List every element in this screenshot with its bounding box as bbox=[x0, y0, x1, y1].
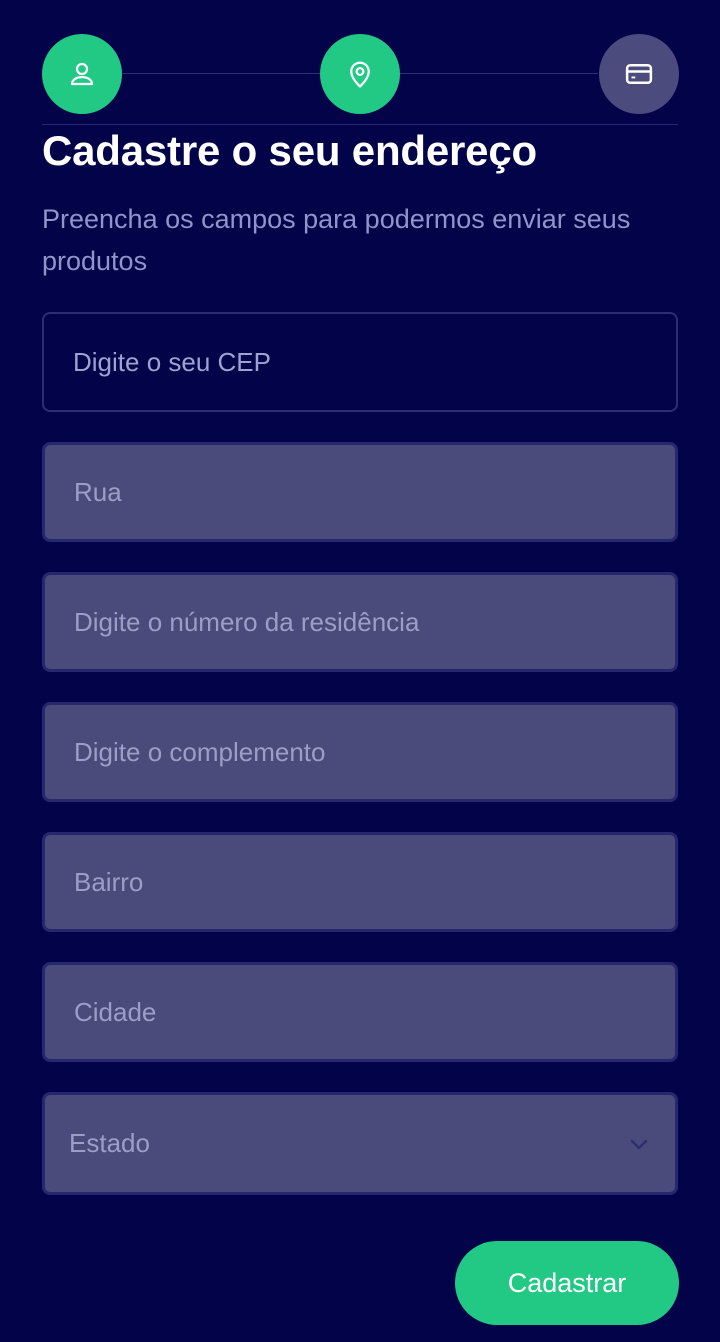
complement-placeholder: Digite o complemento bbox=[74, 736, 326, 767]
city-placeholder: Cidade bbox=[74, 996, 157, 1027]
city-input[interactable]: Cidade bbox=[42, 962, 678, 1062]
user-icon bbox=[70, 62, 94, 86]
step-personal-data[interactable] bbox=[42, 34, 122, 114]
address-registration-page: Cadastre o seu endereço Preencha os camp… bbox=[0, 0, 720, 1342]
page-title: Cadastre o seu endereço bbox=[42, 127, 537, 174]
complement-input[interactable]: Digite o complemento bbox=[42, 702, 678, 802]
credit-card-icon bbox=[625, 64, 653, 84]
chevron-down-icon bbox=[627, 1132, 651, 1156]
page-subtitle: Preencha os campos para podermos enviar … bbox=[42, 204, 631, 276]
address-form: Digite o seu CEP Rua Digite o número da … bbox=[42, 312, 678, 1195]
neighborhood-placeholder: Bairro bbox=[74, 866, 144, 897]
state-selected-value: Estado bbox=[69, 1128, 150, 1158]
house-number-input[interactable]: Digite o número da residência bbox=[42, 572, 678, 672]
map-pin-icon bbox=[350, 61, 370, 88]
submit-button[interactable]: Cadastrar bbox=[455, 1241, 679, 1325]
house-number-placeholder: Digite o número da residência bbox=[74, 606, 420, 637]
street-input[interactable]: Rua bbox=[42, 442, 678, 542]
step-payment[interactable] bbox=[599, 34, 679, 114]
step-address[interactable] bbox=[320, 34, 400, 114]
street-placeholder: Rua bbox=[74, 476, 122, 507]
header-divider bbox=[42, 124, 678, 125]
cep-input[interactable]: Digite o seu CEP bbox=[42, 312, 678, 412]
cep-placeholder: Digite o seu CEP bbox=[73, 346, 271, 377]
state-select[interactable]: Estado bbox=[42, 1092, 678, 1195]
progress-stepper bbox=[42, 0, 679, 125]
neighborhood-input[interactable]: Bairro bbox=[42, 832, 678, 932]
